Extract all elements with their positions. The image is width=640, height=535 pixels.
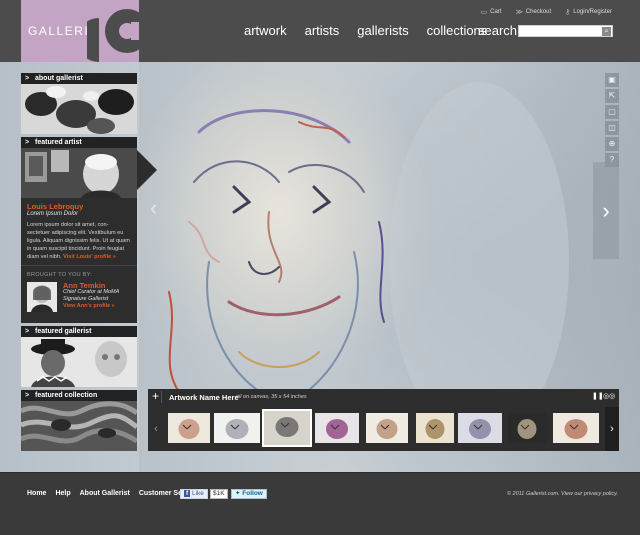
curator-role: Chief Curator at MoMA <box>63 289 120 295</box>
filmstrip-thumbnail[interactable] <box>508 413 546 443</box>
filmstrip-thumbnail[interactable] <box>366 413 408 443</box>
filmstrip-thumbnail[interactable] <box>168 413 210 443</box>
slideshow-options-icon[interactable]: ◎◎ <box>603 392 615 400</box>
zoom-icon[interactable]: ⊕ <box>605 137 619 151</box>
brought-to-you-by-label: BROUGHT TO YOU BY: <box>21 265 137 280</box>
curator-text: Ann Temkin Chief Curator at MoMA Signatu… <box>63 282 119 312</box>
artwork-tools: ▣ ⇱ ▢ ◫ ⊕ ? <box>605 73 619 167</box>
filmstrip-thumbnail[interactable] <box>553 413 599 443</box>
featured-artist-pointer <box>137 150 157 190</box>
search-icon[interactable]: ⌕ <box>602 27 611 36</box>
logo-mark-icon <box>87 0 139 62</box>
chevron-right-icon: > <box>25 75 30 82</box>
about-gallerist-panel[interactable]: > about gallerist <box>21 73 137 134</box>
filmstrip-thumbnail[interactable] <box>458 413 502 443</box>
featured-collection-header: > featured collection <box>21 390 137 401</box>
plus-icon[interactable]: + <box>150 390 162 403</box>
featured-artist-bio: Lorem ipsum dolor sit amet, con-sectetue… <box>27 222 130 260</box>
search-box: ⌕ <box>518 25 613 43</box>
site-footer: Home Help About Gallerist Customer Servi… <box>0 472 640 535</box>
featured-collection-image <box>21 401 137 451</box>
featured-gallerist-panel[interactable]: > featured gallerist <box>21 326 137 387</box>
filmstrip-thumbnail[interactable] <box>214 413 260 443</box>
filmstrip-thumbnail[interactable] <box>315 413 359 443</box>
visit-artist-profile-link[interactable]: Visit Louis' profile » <box>63 254 116 260</box>
next-artwork-arrow-icon[interactable]: › <box>593 162 619 259</box>
bookmark-icon[interactable]: ◫ <box>605 121 619 135</box>
pause-icon[interactable]: ❚❚ <box>592 392 604 400</box>
nav-artwork[interactable]: artwork <box>244 23 287 38</box>
twitter-icon: ✦ <box>235 490 241 497</box>
gallerist-page: GALLERIST ▭ Cart ≫ Checkout ⚷ Login/Registe… <box>0 0 640 535</box>
main-nav: artwork artists gallerists collections <box>244 23 487 38</box>
login-register-link[interactable]: ⚷ Login/Register <box>565 8 612 16</box>
footer-link-help[interactable]: Help <box>55 490 70 497</box>
frame-icon[interactable]: ▢ <box>605 105 619 119</box>
artwork-details: oil on canvas, 35 x 54 inches <box>236 394 307 400</box>
filmstrip-thumbnail[interactable] <box>416 413 454 443</box>
previous-artwork-arrow-icon[interactable]: ‹ <box>150 195 157 221</box>
gallerist-logo[interactable]: GALLERIST <box>21 0 139 62</box>
copyright-text: © 2011 Gallerist.com. View our privacy p… <box>506 491 618 497</box>
featured-artist-photo[interactable] <box>21 148 137 198</box>
site-header: GALLERIST ▭ Cart ≫ Checkout ⚷ Login/Registe… <box>0 0 640 62</box>
featured-gallerist-image <box>21 337 137 387</box>
search-input[interactable] <box>519 33 601 43</box>
search-label: search: <box>478 23 521 38</box>
facebook-like-button[interactable]: f Like <box>180 489 208 499</box>
view-curator-profile-link[interactable]: View Ann's profile » <box>63 303 119 310</box>
footer-link-about[interactable]: About Gallerist <box>80 490 130 497</box>
nav-gallerists[interactable]: gallerists <box>357 23 408 38</box>
curator-name[interactable]: Ann Temkin <box>63 282 119 290</box>
cart-icon: ▭ <box>480 9 488 16</box>
chevron-right-icon: > <box>25 328 30 335</box>
curator-block: Ann Temkin Chief Curator at MoMA Signatu… <box>21 280 137 314</box>
filmstrip-thumbnail[interactable] <box>262 409 312 447</box>
artwork-filmstrip: + Artwork Name Here oil on canvas, 35 x … <box>148 389 619 451</box>
chevron-right-icon: > <box>25 392 30 399</box>
chevron-right-icon: > <box>25 139 30 146</box>
curator-photo[interactable] <box>27 282 57 312</box>
featured-collection-panel[interactable]: > featured collection <box>21 390 137 451</box>
share-icon[interactable]: ⇱ <box>605 89 619 103</box>
artwork-title: Artwork Name Here <box>169 393 239 402</box>
nav-artists[interactable]: artists <box>305 23 340 38</box>
checkout-link[interactable]: ≫ Checkout <box>515 8 551 16</box>
gallery-icon[interactable]: ▣ <box>605 73 619 87</box>
facebook-icon: f <box>184 490 191 497</box>
filmstrip-header: + Artwork Name Here oil on canvas, 35 x … <box>148 389 619 405</box>
featured-gallerist-header: > featured gallerist <box>21 326 137 337</box>
cart-link[interactable]: ▭ Cart <box>481 8 502 16</box>
facebook-like-count: $1K <box>210 489 228 499</box>
twitter-follow-button[interactable]: ✦ Follow <box>231 489 267 499</box>
filmstrip-next-icon[interactable]: › <box>605 407 619 451</box>
footer-link-home[interactable]: Home <box>27 490 46 497</box>
about-gallerist-image <box>21 84 137 134</box>
checkout-icon: ≫ <box>515 9 523 16</box>
filmstrip-prev-icon[interactable]: ‹ <box>150 411 162 447</box>
featured-artist-panel: > featured artist Louis Lebroquy Lorem Ip… <box>21 137 137 323</box>
featured-artist-header: > featured artist <box>21 137 137 148</box>
account-links: ▭ Cart ≫ Checkout ⚷ Login/Register <box>481 8 613 16</box>
footer-links: Home Help About Gallerist Customer Servi… <box>27 490 198 497</box>
curator-org: Signature Gallerist <box>63 296 109 302</box>
about-gallerist-header: > about gallerist <box>21 73 137 84</box>
featured-artist-name[interactable]: Louis Lebroquy <box>21 198 137 211</box>
key-icon: ⚷ <box>565 9 571 16</box>
